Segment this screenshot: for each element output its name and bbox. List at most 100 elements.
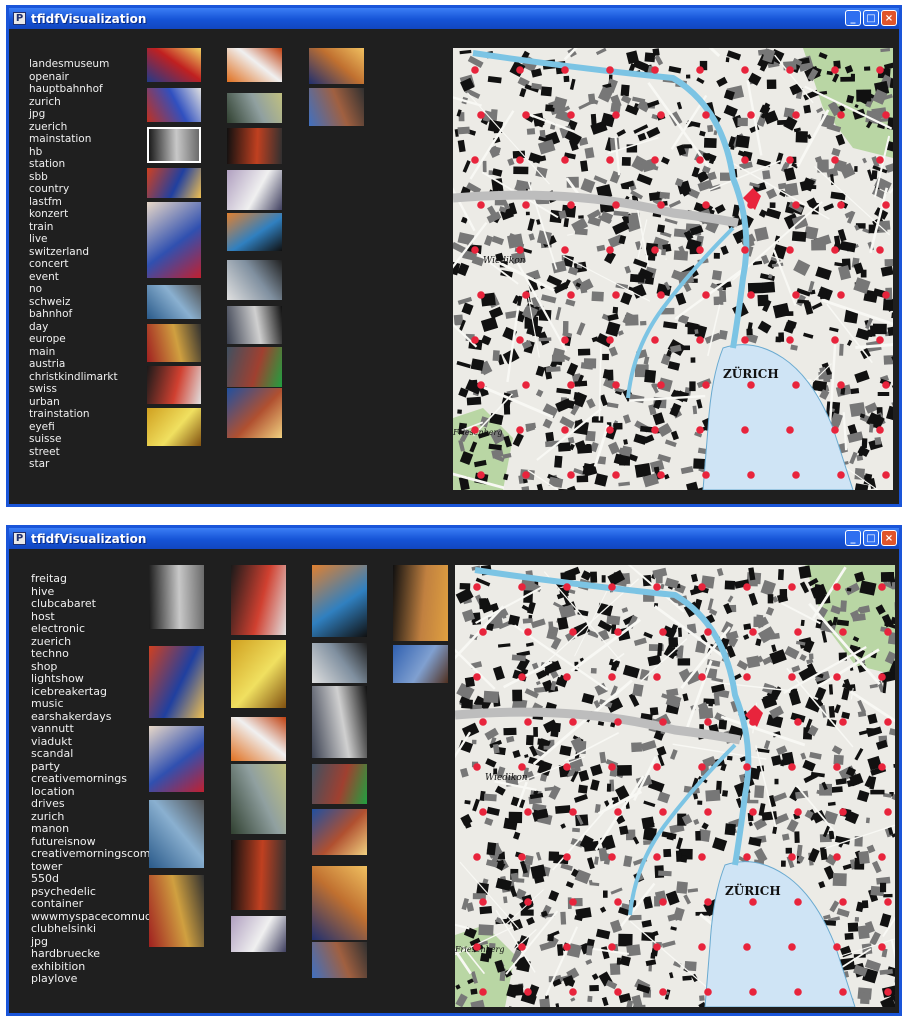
tag-item[interactable]: train	[29, 221, 118, 234]
tag-item[interactable]: star	[29, 458, 118, 471]
map-marker[interactable]	[567, 111, 575, 119]
map-marker[interactable]	[878, 673, 886, 681]
map-marker[interactable]	[479, 808, 487, 816]
map-marker[interactable]	[884, 808, 892, 816]
map-marker[interactable]	[741, 156, 749, 164]
map-marker[interactable]	[884, 628, 892, 636]
map-marker[interactable]	[786, 66, 794, 74]
tag-item[interactable]: schweiz	[29, 296, 118, 309]
tag-item[interactable]: day	[29, 321, 118, 334]
map-marker[interactable]	[561, 156, 569, 164]
tag-item[interactable]: creativemorningscom	[31, 847, 165, 861]
photo-thumbnail[interactable]	[312, 643, 367, 683]
map-marker[interactable]	[659, 898, 667, 906]
tag-item[interactable]: clubhelsinki	[31, 922, 165, 936]
map-marker[interactable]	[698, 763, 706, 771]
photo-thumbnail[interactable]	[149, 565, 204, 629]
map-marker[interactable]	[561, 426, 569, 434]
map-marker[interactable]	[659, 718, 667, 726]
photo-thumbnail[interactable]	[147, 408, 201, 446]
map-marker[interactable]	[614, 898, 622, 906]
map-marker[interactable]	[788, 763, 796, 771]
tag-item[interactable]: lightshow	[31, 672, 165, 686]
map-marker[interactable]	[839, 898, 847, 906]
map-marker[interactable]	[876, 426, 884, 434]
map-marker[interactable]	[837, 291, 845, 299]
tag-item[interactable]: suisse	[29, 433, 118, 446]
map-marker[interactable]	[743, 673, 751, 681]
photo-thumbnail[interactable]	[231, 565, 286, 635]
map-marker[interactable]	[606, 246, 614, 254]
map-marker[interactable]	[794, 718, 802, 726]
map-marker[interactable]	[563, 763, 571, 771]
maximize-button[interactable]: □	[863, 530, 879, 546]
tag-item[interactable]: austria	[29, 358, 118, 371]
map-marker[interactable]	[876, 336, 884, 344]
photo-thumbnail[interactable]	[231, 916, 286, 952]
map-marker[interactable]	[569, 808, 577, 816]
map-marker[interactable]	[786, 336, 794, 344]
map-marker[interactable]	[882, 381, 890, 389]
tag-item[interactable]: container	[31, 897, 165, 911]
map-marker[interactable]	[882, 291, 890, 299]
map-marker[interactable]	[833, 673, 841, 681]
map-marker[interactable]	[524, 808, 532, 816]
map-marker[interactable]	[522, 111, 530, 119]
photo-thumbnail[interactable]	[227, 260, 282, 300]
photo-thumbnail[interactable]	[312, 942, 367, 978]
map-marker[interactable]	[612, 471, 620, 479]
map-marker[interactable]	[837, 201, 845, 209]
map-marker[interactable]	[704, 718, 712, 726]
map-marker[interactable]	[741, 246, 749, 254]
map-marker[interactable]	[788, 853, 796, 861]
photo-thumbnail[interactable]	[227, 388, 282, 438]
map-marker[interactable]	[569, 628, 577, 636]
map-marker[interactable]	[794, 808, 802, 816]
photo-thumbnail[interactable]	[227, 128, 282, 164]
tag-item[interactable]: live	[29, 233, 118, 246]
map-marker[interactable]	[788, 943, 796, 951]
map-marker[interactable]	[833, 763, 841, 771]
map-marker[interactable]	[569, 988, 577, 996]
photo-thumbnail[interactable]	[393, 645, 448, 683]
map-marker[interactable]	[479, 718, 487, 726]
map-marker[interactable]	[839, 988, 847, 996]
map-marker[interactable]	[563, 943, 571, 951]
tag-item[interactable]: switzerland	[29, 246, 118, 259]
map-marker[interactable]	[612, 111, 620, 119]
map-marker[interactable]	[878, 853, 886, 861]
map-marker[interactable]	[614, 718, 622, 726]
tag-item[interactable]: zuerich	[29, 121, 118, 134]
map-marker[interactable]	[749, 628, 757, 636]
tag-item[interactable]: 550d	[31, 872, 165, 886]
map-marker[interactable]	[704, 898, 712, 906]
photo-thumbnail[interactable]	[227, 213, 282, 251]
map-marker[interactable]	[884, 898, 892, 906]
map-marker[interactable]	[473, 763, 481, 771]
map-marker[interactable]	[563, 853, 571, 861]
photo-thumbnail[interactable]	[227, 306, 282, 344]
map-marker[interactable]	[477, 201, 485, 209]
map-marker[interactable]	[831, 336, 839, 344]
map-marker[interactable]	[608, 853, 616, 861]
map-marker[interactable]	[524, 718, 532, 726]
map-marker[interactable]	[882, 111, 890, 119]
map-marker[interactable]	[477, 111, 485, 119]
map-marker[interactable]	[833, 943, 841, 951]
photo-thumbnail[interactable]	[227, 170, 282, 210]
map-marker[interactable]	[839, 718, 847, 726]
map-marker[interactable]	[702, 291, 710, 299]
map-marker[interactable]	[704, 808, 712, 816]
photo-thumbnail[interactable]	[149, 800, 204, 868]
photo-thumbnail[interactable]	[312, 764, 367, 804]
map-marker[interactable]	[657, 201, 665, 209]
close-button[interactable]: ×	[881, 530, 897, 546]
map-marker[interactable]	[792, 111, 800, 119]
photo-thumbnail[interactable]	[309, 48, 364, 84]
map-marker[interactable]	[786, 426, 794, 434]
map-marker[interactable]	[516, 246, 524, 254]
map-marker[interactable]	[788, 673, 796, 681]
map-marker[interactable]	[747, 291, 755, 299]
map-marker[interactable]	[651, 66, 659, 74]
map-marker[interactable]	[839, 628, 847, 636]
